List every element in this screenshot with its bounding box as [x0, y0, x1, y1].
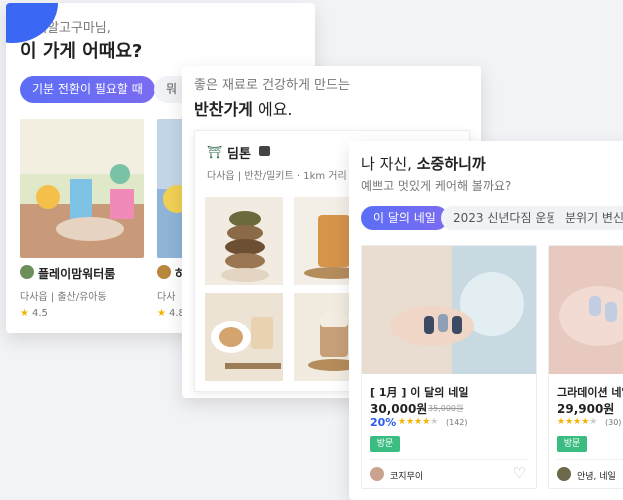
card2-title-bold: 반찬가게: [194, 100, 253, 119]
pill-monthly-nail[interactable]: 이 달의 네일: [361, 206, 448, 230]
store-image-playmom[interactable]: [20, 119, 144, 258]
product-reviews: (30): [605, 418, 622, 427]
rating-stars-icon: ★★★★★: [398, 417, 439, 427]
pool-photo: [20, 119, 144, 258]
card1-title: 이 가게 어때요?: [20, 41, 143, 62]
pill-mood-change[interactable]: 기분 전환이 필요할 때: [20, 76, 155, 103]
store-meta: 다사: [157, 292, 176, 303]
store-name: 플레이맘워터룸: [38, 267, 116, 281]
product-card-monthly-nail[interactable]: [ 1月 ] 이 달의 네일 30,000원 35,000원 20% ★★★★★…: [361, 245, 537, 489]
visit-badge: 방문: [557, 436, 587, 452]
product-price: 29,900원: [557, 402, 615, 416]
store-meta: 다사읍 | 반찬/밀키트 · 1km 거리: [207, 171, 347, 182]
shop-name: 안녕, 네일: [577, 472, 616, 482]
card2-title-rest: 에요.: [257, 100, 293, 119]
store-name: 딤톤: [227, 147, 251, 162]
star-icon: ★: [157, 308, 166, 319]
pill-mood-change[interactable]: 분위기 변신: [553, 206, 623, 230]
card3-title-bold: 소중하니까: [416, 155, 486, 173]
shop-name: 코지무이: [390, 472, 424, 482]
store-badge-icon: [259, 146, 270, 156]
store-avatar-icon: [20, 265, 34, 279]
product-card-gradient-nail[interactable]: 그라데이션 네일 29,900원 ★★★★★ (30) 방문 안녕, 네일: [548, 245, 623, 489]
shop-avatar: [370, 467, 384, 481]
rating-stars-icon: ★★★★★: [557, 417, 598, 427]
store-meta: 다사읍 | 출산/유아동: [20, 292, 107, 303]
card3-title-plain: 나 자신,: [361, 155, 417, 173]
store-rating: 4.5: [32, 308, 48, 319]
product-price: 30,000원: [370, 402, 428, 416]
visit-badge: 방문: [370, 436, 400, 452]
divider: [370, 459, 528, 460]
store-logo-icon: ⛩: [207, 145, 223, 159]
product-image: [362, 246, 536, 374]
card3-subtitle: 예쁘고 멋있게 케어해 볼까요?: [361, 179, 512, 193]
product-reviews: (142): [446, 418, 468, 427]
product-old-price: 35,000원: [428, 404, 464, 413]
card2-title: 반찬가게 에요.: [194, 96, 293, 120]
product-title: [ 1月 ] 이 달의 네일: [370, 386, 469, 399]
card-nail-care: 나 자신, 소중하니까 예쁘고 멋있게 케어해 볼까요? 이 달의 네일 202…: [349, 141, 623, 500]
product-image: [549, 246, 623, 374]
store-avatar-icon: [157, 265, 171, 279]
shop-avatar: [557, 467, 571, 481]
food-photo-cookies: [205, 197, 283, 285]
product-discount: 20%: [370, 416, 397, 429]
star-icon: ★: [20, 308, 29, 319]
product-title: 그라데이션 네일: [557, 386, 623, 399]
heart-icon[interactable]: ♡: [513, 464, 526, 482]
card2-subtitle: 좋은 재료로 건강하게 만드는: [194, 78, 350, 93]
food-photo-cookie-latte: [205, 293, 283, 381]
pill-new-year-exercise[interactable]: 2023 신년다짐 운동: [441, 206, 570, 230]
divider: [557, 459, 623, 460]
card3-title: 나 자신, 소중하니까: [361, 153, 486, 174]
